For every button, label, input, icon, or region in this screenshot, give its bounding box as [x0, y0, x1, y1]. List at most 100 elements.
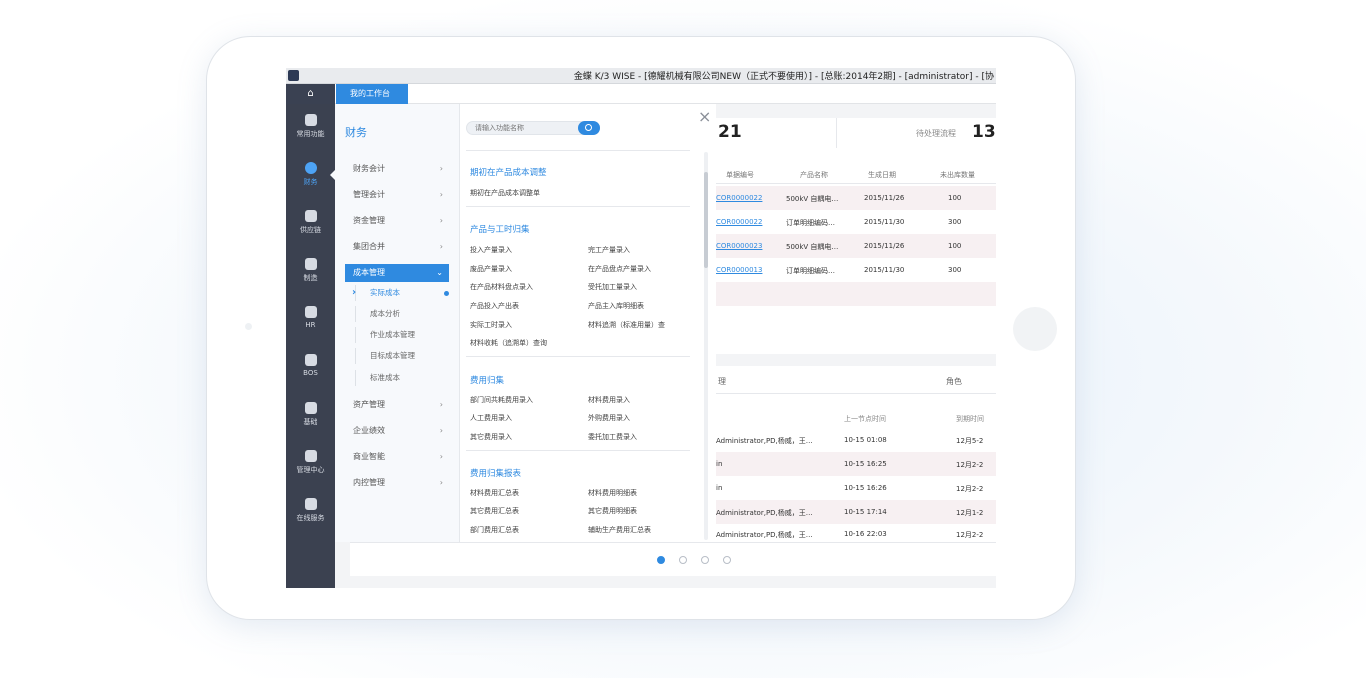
- sub-item[interactable]: 目标成本管理: [355, 348, 449, 364]
- table-cell: 10-15 16:26: [844, 484, 887, 492]
- cat-item[interactable]: 集团合并 ›: [345, 238, 449, 256]
- divider: [466, 206, 690, 207]
- cat-item-label: 企业绩效: [353, 426, 385, 435]
- home-button[interactable]: [1013, 307, 1057, 351]
- page-dot-3[interactable]: [701, 556, 709, 564]
- function-link[interactable]: 材料费用录入: [588, 395, 630, 405]
- cat-item[interactable]: 财务会计 ›: [345, 160, 449, 178]
- order-number-link[interactable]: COR0000022: [716, 218, 762, 226]
- nav-label: 基础: [303, 418, 318, 426]
- function-link[interactable]: 部门间共耗费用录入: [470, 395, 533, 405]
- table-row[interactable]: in 10-15 16:25 12月2-2: [716, 452, 996, 476]
- chevron-right-icon: ›: [439, 164, 443, 173]
- search-input[interactable]: [467, 122, 577, 134]
- cat-item-label: 财务会计: [353, 164, 385, 173]
- table-cell: 10-15 01:08: [844, 436, 887, 444]
- nav-item-online-service[interactable]: 在线服务: [286, 488, 335, 534]
- table-cell: 12月2-2: [956, 531, 984, 539]
- table-cell: 12月5-2: [956, 437, 984, 445]
- function-link[interactable]: 材料费用明细表: [588, 488, 637, 498]
- sub-item[interactable]: 成本分析: [355, 306, 449, 322]
- column-header: 未出库数量: [940, 171, 975, 179]
- function-link[interactable]: 人工费用录入: [470, 413, 512, 423]
- function-link[interactable]: 辅助生产费用汇总表: [588, 525, 651, 535]
- sub-item[interactable]: 作业成本管理: [355, 327, 449, 343]
- function-link[interactable]: 受托加工量录入: [588, 282, 637, 292]
- sub-item-actual-cost[interactable]: 实际成本: [352, 285, 449, 301]
- close-icon[interactable]: ×: [698, 109, 711, 125]
- scrollbar-thumb[interactable]: [704, 172, 708, 268]
- order-number-link[interactable]: COR0000022: [716, 194, 762, 202]
- function-link[interactable]: 在产品盘点产量录入: [588, 264, 651, 274]
- nav-item-hr[interactable]: HR: [286, 296, 335, 342]
- table-row[interactable]: COR0000013 订单明细编码… 2015/11/30 300: [716, 258, 996, 282]
- home-tab[interactable]: ⌂: [286, 84, 335, 104]
- function-link[interactable]: 其它费用汇总表: [470, 506, 519, 516]
- function-link[interactable]: 期初在产品成本调整单: [470, 188, 540, 198]
- nav-item-supply-chain[interactable]: 供应链: [286, 200, 335, 246]
- sub-item-label: 目标成本管理: [370, 351, 415, 360]
- function-link[interactable]: 其它费用录入: [470, 432, 512, 442]
- search-button[interactable]: [578, 121, 600, 135]
- function-link[interactable]: 产品投入产出表: [470, 301, 519, 311]
- table-cell: 100: [948, 194, 962, 202]
- function-link[interactable]: 材料收耗（追溯单）查询: [470, 338, 547, 348]
- cat-item[interactable]: 资金管理 ›: [345, 212, 449, 230]
- nav-item-admin-center[interactable]: 管理中心: [286, 440, 335, 486]
- sub-item[interactable]: 标准成本: [355, 370, 449, 386]
- function-link[interactable]: 部门费用汇总表: [470, 525, 519, 535]
- chevron-right-icon: ›: [439, 426, 443, 435]
- column-header: 产品名称: [800, 171, 828, 179]
- function-link[interactable]: 外购费用录入: [588, 413, 630, 423]
- finance-icon: [304, 162, 317, 174]
- table-row[interactable]: in 10-15 16:26 12月2-2: [716, 476, 996, 500]
- function-link[interactable]: 废品产量录入: [470, 264, 512, 274]
- function-link[interactable]: 投入产量录入: [470, 245, 512, 255]
- cat-item[interactable]: 企业绩效 ›: [345, 422, 449, 440]
- table-row[interactable]: COR0000023 500kV 自耦电… 2015/11/26 100: [716, 234, 996, 258]
- nav-item-common[interactable]: 常用功能: [286, 104, 335, 150]
- cat-item[interactable]: 内控管理 ›: [345, 474, 449, 492]
- function-link[interactable]: 材料费用汇总表: [470, 488, 519, 498]
- nav-item-bos[interactable]: BOS: [286, 344, 335, 390]
- order-number-link[interactable]: COR0000013: [716, 266, 762, 274]
- table-row[interactable]: COR0000022 订单明细编码… 2015/11/30 300: [716, 210, 996, 234]
- database-icon: [304, 210, 317, 222]
- column-header: 生成日期: [868, 171, 896, 179]
- workflow-tab[interactable]: 理: [718, 376, 726, 387]
- scrollbar[interactable]: [704, 152, 708, 540]
- table-cell: 订单明细编码…: [786, 267, 835, 275]
- nav-item-basic[interactable]: 基础: [286, 392, 335, 438]
- sub-item-label: 实际成本: [370, 288, 400, 297]
- nav-item-finance[interactable]: 财务: [286, 152, 335, 198]
- cat-item-cost-management[interactable]: 成本管理 ⌄: [345, 264, 449, 282]
- table-row[interactable]: Administrator,PD,杨威，王… 10-15 01:08 12月5-…: [716, 428, 996, 452]
- table-row[interactable]: COR0000022 500kV 自耦电… 2015/11/26 100: [716, 186, 996, 210]
- page-dot-2[interactable]: [679, 556, 687, 564]
- table-row[interactable]: Administrator,PD,杨威，王… 10-15 17:14 12月1-…: [716, 500, 996, 524]
- order-number-link[interactable]: COR0000023: [716, 242, 762, 250]
- table-cell: Administrator,PD,杨威，王…: [716, 531, 813, 539]
- cloud-icon: [304, 498, 317, 510]
- function-link[interactable]: 在产品材料盘点录入: [470, 282, 533, 292]
- function-link[interactable]: 材料追溯（标准用量）查: [588, 320, 665, 330]
- divider: [836, 118, 837, 148]
- function-link[interactable]: 实际工时录入: [470, 320, 512, 330]
- function-link[interactable]: 完工产量录入: [588, 245, 630, 255]
- chevron-right-icon: ›: [439, 242, 443, 251]
- table-cell: Administrator,PD,杨威，王…: [716, 509, 813, 517]
- function-link[interactable]: 其它费用明细表: [588, 506, 637, 516]
- role-tab[interactable]: 角色: [946, 376, 962, 387]
- table-row-empty: [716, 282, 996, 306]
- nav-item-manufacturing[interactable]: 制造: [286, 248, 335, 294]
- function-link[interactable]: 委托加工费录入: [588, 432, 637, 442]
- column-header: 到期时间: [956, 415, 984, 423]
- tab-workbench[interactable]: 我的工作台: [336, 84, 408, 104]
- cat-item-label: 内控管理: [353, 478, 385, 487]
- cat-item[interactable]: 管理会计 ›: [345, 186, 449, 204]
- cat-item[interactable]: 商业智能 ›: [345, 448, 449, 466]
- page-dot-4[interactable]: [723, 556, 731, 564]
- function-link[interactable]: 产品主入库明细表: [588, 301, 644, 311]
- cat-item[interactable]: 资产管理 ›: [345, 396, 449, 414]
- page-dot-1[interactable]: [657, 556, 665, 564]
